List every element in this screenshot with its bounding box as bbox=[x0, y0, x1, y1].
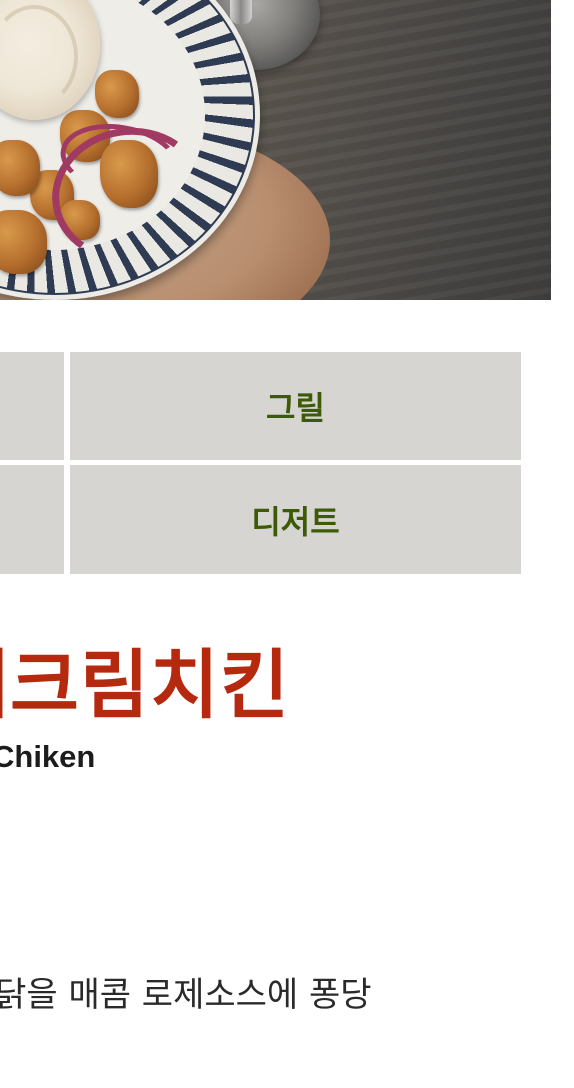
page: 그릴 디저트 로제크림치킨 Chiken - 닭을 매콤 로제소스에 퐁당 bbox=[0, 0, 574, 1088]
category-grill[interactable]: 그릴 bbox=[70, 352, 521, 460]
chicken-piece bbox=[95, 70, 139, 118]
chicken-piece bbox=[0, 140, 40, 196]
category-cell-left-bottom[interactable] bbox=[0, 465, 64, 574]
category-cell-left-top[interactable] bbox=[0, 352, 64, 460]
chicken-piece bbox=[0, 210, 47, 274]
product-title: 로제크림치킨 bbox=[0, 641, 291, 729]
category-dessert[interactable]: 디저트 bbox=[70, 465, 521, 574]
product-subtitle: Chiken bbox=[0, 739, 96, 774]
hero-food-image bbox=[0, 0, 551, 300]
product-description: - 닭을 매콤 로제소스에 퐁당 bbox=[0, 975, 372, 1015]
glass-stem bbox=[230, 0, 252, 24]
category-grid: 그릴 디저트 bbox=[0, 352, 521, 574]
